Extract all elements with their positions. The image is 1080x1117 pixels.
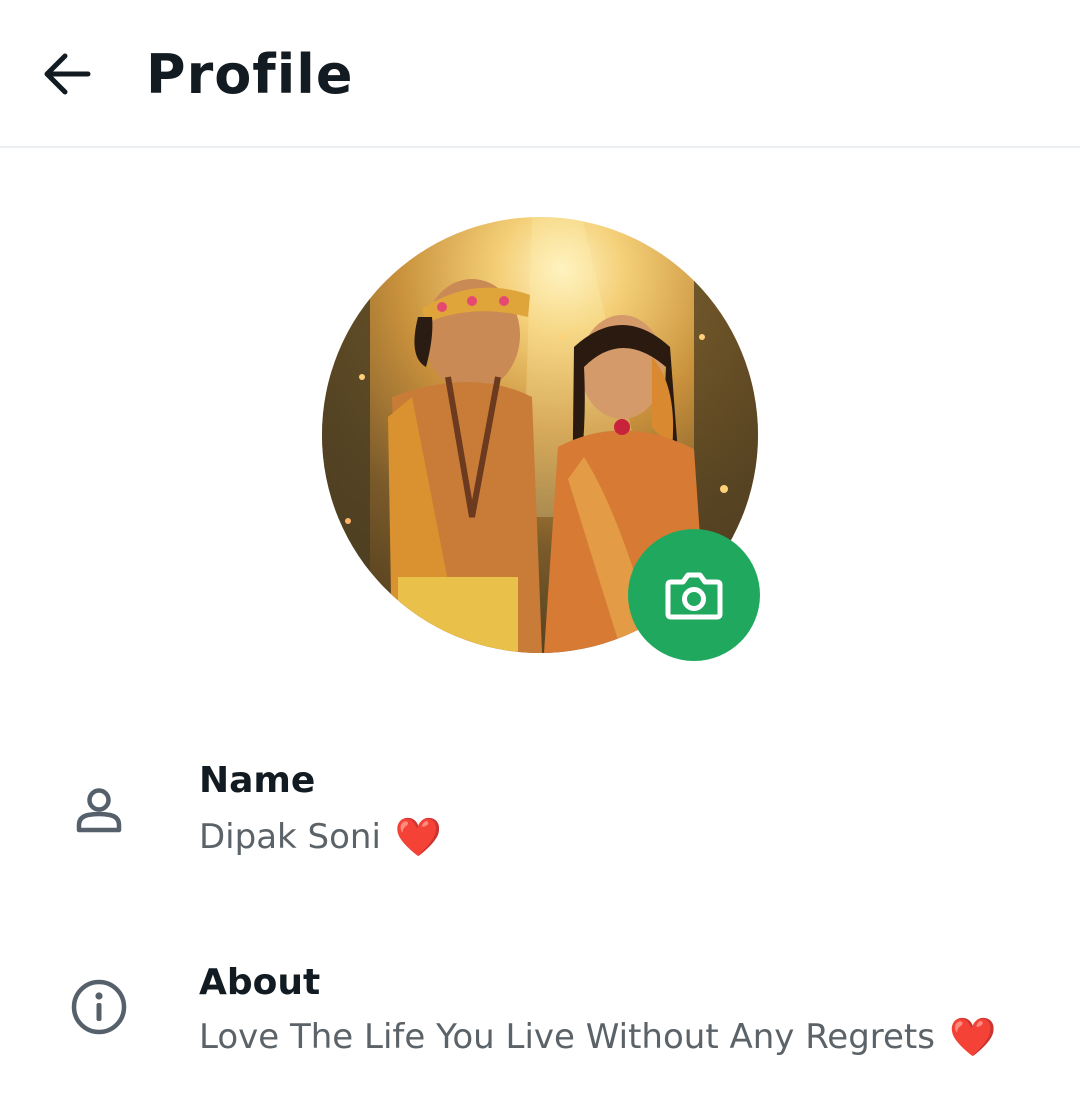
about-row[interactable]: About Love The Life You Live Without Any… [0, 952, 1080, 1072]
name-value: Dipak Soni ❤️ [199, 814, 442, 860]
info-icon [68, 976, 130, 1038]
about-value: Love The Life You Live Without Any Regre… [199, 1014, 996, 1060]
app-bar: Profile [0, 0, 1080, 148]
back-button[interactable] [30, 44, 102, 104]
page-title: Profile [146, 43, 354, 106]
profile-screen: Profile Name Dipak Soni ❤️ About Love Th… [0, 0, 1080, 1117]
camera-icon [665, 572, 723, 620]
change-photo-button[interactable] [628, 529, 760, 661]
name-label: Name [199, 760, 316, 801]
name-text: Dipak Soni [199, 817, 381, 857]
about-label: About [199, 962, 321, 1003]
heart-emoji: ❤️ [394, 815, 443, 859]
arrow-left-icon [44, 53, 91, 95]
heart-emoji: ❤️ [948, 1015, 997, 1059]
about-text: Love The Life You Live Without Any Regre… [199, 1017, 935, 1057]
person-icon [68, 780, 130, 842]
name-row[interactable]: Name Dipak Soni ❤️ [0, 752, 1080, 872]
